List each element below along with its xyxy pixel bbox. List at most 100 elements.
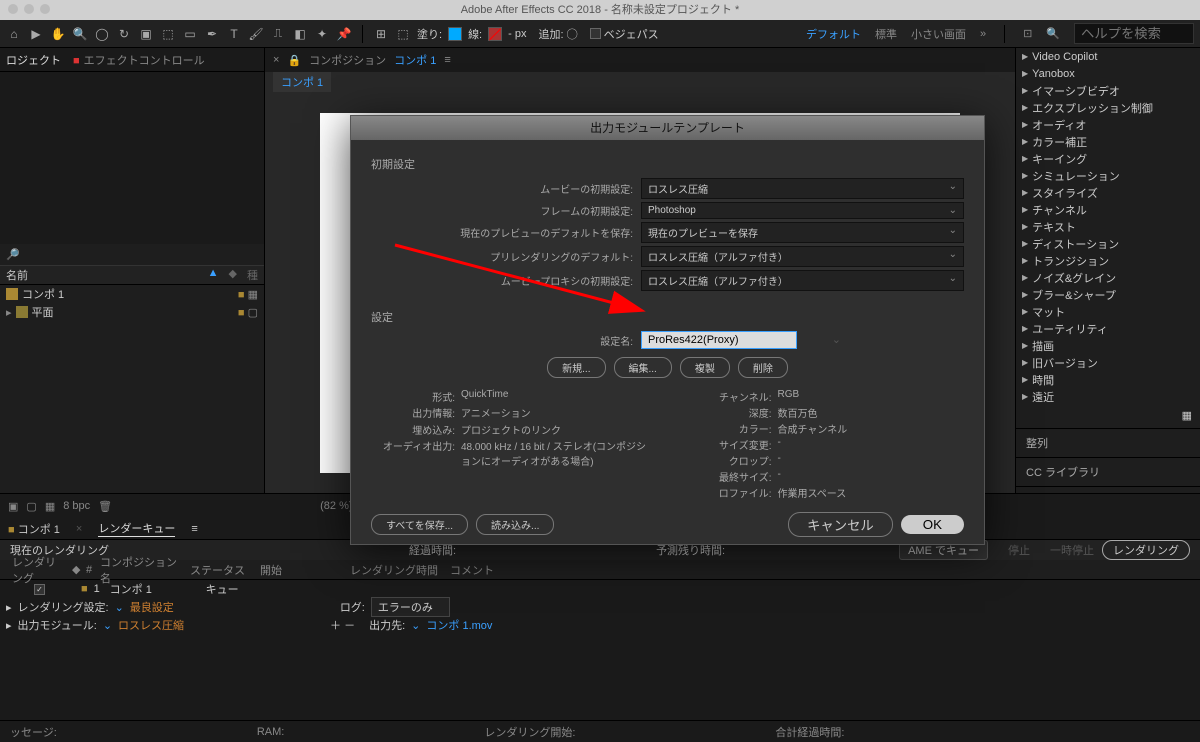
- render-settings-link[interactable]: 最良設定: [130, 599, 174, 615]
- effect-category[interactable]: ▶旧バージョン: [1016, 354, 1200, 371]
- stroke-swatch[interactable]: [488, 27, 502, 41]
- panel-menu-icon[interactable]: ≡: [191, 523, 197, 535]
- text-tool-icon[interactable]: T: [226, 26, 242, 42]
- effect-category[interactable]: ▶シミュレーション: [1016, 167, 1200, 184]
- name-header[interactable]: 名前 ▲◆種: [0, 265, 264, 285]
- effect-category[interactable]: ▶トランジション: [1016, 252, 1200, 269]
- dropdown-icon[interactable]: ⌄: [103, 619, 112, 632]
- render-checkbox[interactable]: ✓: [34, 584, 45, 595]
- dropdown-icon[interactable]: ⌄: [411, 619, 420, 632]
- effect-category[interactable]: ▶遠近: [1016, 388, 1200, 405]
- effect-category[interactable]: ▶テキスト: [1016, 218, 1200, 235]
- roto-tool-icon[interactable]: ✦: [314, 26, 330, 42]
- pen-tool-icon[interactable]: ✒: [204, 26, 220, 42]
- workspace-default[interactable]: デフォルト: [806, 26, 861, 42]
- comp-subtab[interactable]: コンポ 1: [265, 72, 1015, 92]
- home-icon[interactable]: ⌂: [6, 26, 22, 42]
- disclosure-icon[interactable]: ▸: [6, 619, 12, 632]
- template-action-button[interactable]: 削除: [738, 357, 788, 378]
- project-settings-icon[interactable]: ▣: [8, 500, 18, 513]
- template-action-button[interactable]: 新規...: [547, 357, 605, 378]
- effect-category[interactable]: ▶描画: [1016, 337, 1200, 354]
- pan-behind-icon[interactable]: ⬚: [160, 26, 176, 42]
- maximize-icon[interactable]: [40, 4, 50, 14]
- effect-category[interactable]: ▶キーイング: [1016, 150, 1200, 167]
- selection-tool-icon[interactable]: ▶: [28, 26, 44, 42]
- effect-category[interactable]: ▶時間: [1016, 371, 1200, 388]
- disclosure-icon[interactable]: ▸: [6, 601, 12, 614]
- zoom-tool-icon[interactable]: 🔍: [72, 26, 88, 42]
- effect-category[interactable]: ▶ブラー&シャープ: [1016, 286, 1200, 303]
- dropdown-icon[interactable]: ⌄: [115, 601, 124, 614]
- minimize-icon[interactable]: [24, 4, 34, 14]
- effect-category[interactable]: ▶カラー補正: [1016, 133, 1200, 150]
- hand-tool-icon[interactable]: ✋: [50, 26, 66, 42]
- panel-menu-icon[interactable]: ≡: [444, 54, 450, 66]
- search-row[interactable]: 🔎: [0, 244, 264, 265]
- effect-category[interactable]: ▶イマーシブビデオ: [1016, 82, 1200, 99]
- effect-category[interactable]: ▶チャンネル: [1016, 201, 1200, 218]
- disclosure-icon[interactable]: ▸: [6, 306, 12, 319]
- tab-effect-controls[interactable]: ■エフェクトコントロール: [73, 52, 205, 68]
- render-item-row[interactable]: ✓ ■ 1 コンポ 1 キュー: [0, 580, 1200, 598]
- workspace-more-icon[interactable]: »: [980, 28, 986, 40]
- camera-tool-icon[interactable]: ▣: [138, 26, 154, 42]
- workspace-small[interactable]: 小さい画面: [911, 26, 966, 42]
- panel-options-icon[interactable]: ▦: [1016, 405, 1200, 426]
- default-dropdown[interactable]: ロスレス圧縮: [641, 178, 964, 199]
- panel-tab[interactable]: CC ライブラリ: [1016, 460, 1200, 484]
- default-dropdown[interactable]: Photoshop: [641, 202, 964, 219]
- default-dropdown[interactable]: ロスレス圧縮（アルファ付き）: [641, 270, 964, 291]
- new-comp-icon[interactable]: ▦: [45, 500, 55, 513]
- stroke-width[interactable]: - px: [508, 28, 526, 40]
- effect-category[interactable]: ▶ユーティリティ: [1016, 320, 1200, 337]
- project-item-comp[interactable]: コンポ 1 ■ ▦: [0, 285, 264, 303]
- new-folder-icon[interactable]: ▢: [26, 500, 36, 513]
- effect-category[interactable]: ▶ディストーション: [1016, 235, 1200, 252]
- bezier-checkbox[interactable]: ベジェパス: [590, 26, 659, 42]
- load-button[interactable]: 読み込み...: [476, 514, 554, 535]
- help-search-input[interactable]: [1074, 23, 1194, 44]
- add-output-button[interactable]: ＋ －: [330, 617, 355, 633]
- trash-icon[interactable]: 🗑: [98, 500, 112, 513]
- tab-comp-timeline[interactable]: ■ コンポ 1: [8, 521, 60, 537]
- cancel-button[interactable]: キャンセル: [788, 512, 893, 537]
- log-dropdown[interactable]: エラーのみ: [371, 597, 450, 617]
- close-icon[interactable]: [8, 4, 18, 14]
- effect-category[interactable]: ▶エクスプレッション制御: [1016, 99, 1200, 116]
- tab-project[interactable]: ロジェクト: [6, 52, 61, 68]
- orbit-tool-icon[interactable]: ◯: [94, 26, 110, 42]
- panel-tab[interactable]: 整列: [1016, 431, 1200, 455]
- effect-category[interactable]: ▶マット: [1016, 303, 1200, 320]
- fill-swatch[interactable]: [448, 27, 462, 41]
- render-button[interactable]: レンダリング: [1102, 540, 1190, 560]
- output-module-link[interactable]: ロスレス圧縮: [118, 617, 184, 633]
- traffic-lights[interactable]: [8, 4, 50, 14]
- clone-tool-icon[interactable]: ⎍: [270, 26, 286, 42]
- ok-button[interactable]: OK: [901, 515, 964, 534]
- col-type-icon[interactable]: ◆: [229, 267, 237, 283]
- save-all-button[interactable]: すべてを保存...: [371, 514, 468, 535]
- default-dropdown[interactable]: 現在のプレビューを保存: [641, 222, 964, 243]
- lock-icon[interactable]: 🔒: [287, 54, 301, 67]
- effect-category[interactable]: ▶Yanobox: [1016, 65, 1200, 82]
- project-item-solid-folder[interactable]: ▸ 平面 ■ ▢: [0, 303, 264, 321]
- snap-icon[interactable]: ⬚: [395, 26, 411, 42]
- shape-tool-icon[interactable]: ▭: [182, 26, 198, 42]
- panel-tab[interactable]: 文字: [1016, 489, 1200, 493]
- rotate-tool-icon[interactable]: ↻: [116, 26, 132, 42]
- panel-menu-icon[interactable]: ⊡: [1023, 27, 1032, 40]
- effect-category[interactable]: ▶スタイライズ: [1016, 184, 1200, 201]
- close-tab-icon[interactable]: ×: [273, 54, 279, 66]
- output-dest-link[interactable]: コンポ 1.mov: [426, 617, 492, 633]
- puppet-tool-icon[interactable]: 📌: [336, 26, 352, 42]
- effect-category[interactable]: ▶オーディオ: [1016, 116, 1200, 133]
- default-dropdown[interactable]: ロスレス圧縮（アルファ付き）: [641, 246, 964, 267]
- eraser-tool-icon[interactable]: ◧: [292, 26, 308, 42]
- effect-category[interactable]: ▶ノイズ&グレイン: [1016, 269, 1200, 286]
- project-drop-area[interactable]: [0, 72, 264, 244]
- brush-tool-icon[interactable]: 🖌: [248, 26, 264, 42]
- bpc-label[interactable]: 8 bpc: [63, 500, 90, 512]
- setting-name-input[interactable]: [641, 331, 797, 349]
- template-action-button[interactable]: 編集...: [614, 357, 672, 378]
